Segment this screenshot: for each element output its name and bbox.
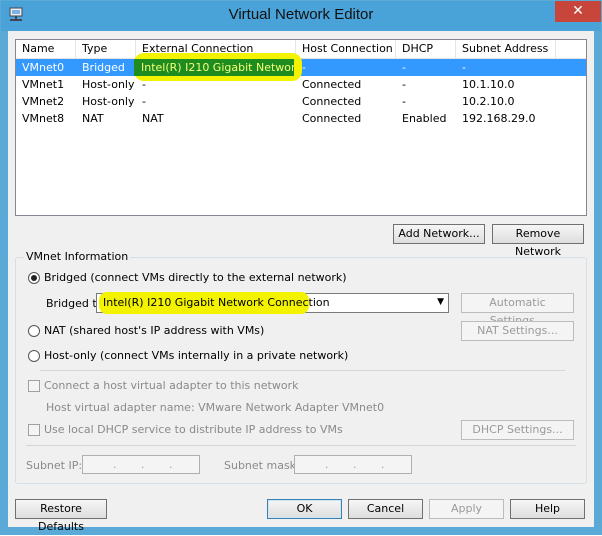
column-header-name[interactable]: Name (16, 40, 76, 58)
cell-external-connection: NAT (142, 112, 164, 125)
cell-dhcp: - (402, 95, 406, 108)
dialog-body: Name Type External Connection Host Conne… (8, 31, 594, 533)
subnet-ip-label: Subnet IP: (26, 459, 83, 472)
ok-button[interactable]: OK (267, 499, 342, 519)
nat-radio[interactable] (28, 325, 40, 337)
cell-subnet-address: 10.2.10.0 (462, 95, 515, 108)
cell-host-connection: Connected (302, 95, 362, 108)
subnet-mask-label: Subnet mask: (224, 459, 300, 472)
remove-network-button[interactable]: Remove Network (492, 224, 584, 258)
cell-dhcp: - (402, 61, 406, 74)
dhcp-label[interactable]: Use local DHCP service to distribute IP … (44, 423, 343, 436)
table-header: Name Type External Connection Host Conne… (16, 40, 586, 59)
divider (26, 445, 576, 446)
cell-dhcp: Enabled (402, 112, 447, 125)
close-icon: ✕ (572, 3, 584, 19)
dhcp-checkbox[interactable] (28, 424, 40, 436)
cell-name: VMnet0 (22, 61, 65, 74)
bridged-radio[interactable] (28, 272, 40, 284)
divider (40, 370, 565, 371)
adapter-name-text: Host virtual adapter name: VMware Networ… (46, 401, 385, 414)
nat-label[interactable]: NAT (shared host's IP address with VMs) (44, 324, 264, 337)
close-button[interactable]: ✕ (555, 1, 601, 22)
network-table[interactable]: Name Type External Connection Host Conne… (15, 39, 587, 216)
bridged-to-value: Intel(R) I210 Gigabit Network Connection (103, 296, 330, 309)
group-label: VMnet Information (24, 250, 131, 263)
column-header-type[interactable]: Type (76, 40, 136, 58)
column-header-dhcp[interactable]: DHCP (396, 40, 456, 58)
subnet-mask-field[interactable]: ... (294, 455, 412, 474)
chevron-down-icon[interactable]: ▼ (437, 297, 444, 307)
help-button[interactable]: Help (510, 499, 585, 519)
cell-name: VMnet8 (22, 112, 65, 125)
nat-settings-button[interactable]: NAT Settings... (461, 321, 574, 341)
virtual-network-editor-window: Virtual Network Editor ✕ Name Type Exter… (0, 0, 602, 535)
cell-external-connection: - (142, 78, 146, 91)
title-bar[interactable]: Virtual Network Editor ✕ (1, 1, 601, 31)
cell-type: Bridged (82, 61, 125, 74)
bridged-to-dropdown[interactable]: Intel(R) I210 Gigabit Network Connection… (96, 292, 449, 314)
cell-name: VMnet2 (22, 95, 65, 108)
cell-type: Host-only (82, 95, 135, 108)
column-header-host-connection[interactable]: Host Connection (296, 40, 396, 58)
cell-name: VMnet1 (22, 78, 65, 91)
host-only-radio[interactable] (28, 350, 40, 362)
cell-dhcp: - (402, 78, 406, 91)
cell-type: Host-only (82, 78, 135, 91)
connect-adapter-label[interactable]: Connect a host virtual adapter to this n… (44, 379, 298, 392)
table-row[interactable]: VMnet1 Host-only - Connected - 10.1.10.0 (16, 76, 586, 93)
host-only-label[interactable]: Host-only (connect VMs internally in a p… (44, 349, 348, 362)
connect-adapter-checkbox[interactable] (28, 380, 40, 392)
cell-subnet-address: - (462, 61, 466, 74)
cancel-button[interactable]: Cancel (348, 499, 423, 519)
dhcp-settings-button[interactable]: DHCP Settings... (461, 420, 574, 440)
cell-subnet-address: 10.1.10.0 (462, 78, 515, 91)
window-title: Virtual Network Editor (228, 6, 374, 23)
cell-external-connection: Intel(R) I210 Gigabit Networ… (134, 59, 294, 76)
cell-host-connection: Connected (302, 78, 362, 91)
table-row[interactable]: VMnet0 Bridged Intel(R) I210 Gigabit Net… (16, 53, 586, 81)
subnet-ip-field[interactable]: ... (82, 455, 200, 474)
cell-external-connection: - (142, 95, 146, 108)
cell-subnet-address: 192.168.29.0 (462, 112, 536, 125)
cell-type: NAT (82, 112, 104, 125)
add-network-button[interactable]: Add Network... (393, 224, 485, 244)
bridged-label[interactable]: Bridged (connect VMs directly to the ext… (44, 271, 347, 284)
automatic-settings-button[interactable]: Automatic Settings... (461, 293, 574, 327)
table-row[interactable]: VMnet8 NAT NAT Connected Enabled 192.168… (16, 110, 586, 127)
cell-host-connection: Connected (302, 112, 362, 125)
apply-button[interactable]: Apply (429, 499, 504, 519)
restore-defaults-button[interactable]: Restore Defaults (15, 499, 107, 533)
column-header-subnet-address[interactable]: Subnet Address (456, 40, 556, 58)
table-row[interactable]: VMnet2 Host-only - Connected - 10.2.10.0 (16, 93, 586, 110)
cell-host-connection: - (302, 61, 306, 74)
